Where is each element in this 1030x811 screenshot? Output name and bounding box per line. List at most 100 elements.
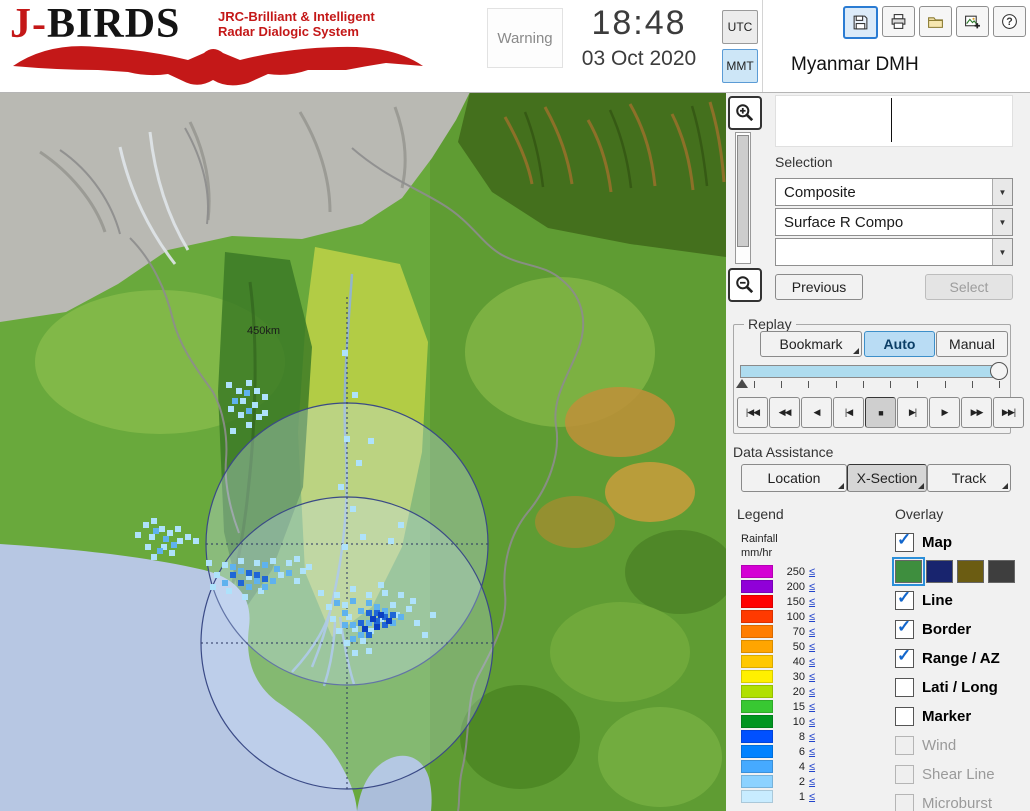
export-image-button[interactable]: [956, 6, 989, 37]
border-checkbox[interactable]: [895, 617, 914, 639]
range-az-checkbox[interactable]: [895, 646, 914, 668]
legend-value: 15: [792, 700, 805, 713]
legend-lte-link[interactable]: ≤: [809, 656, 815, 668]
zoom-slider-thumb[interactable]: [737, 135, 749, 247]
legend-lte-link[interactable]: ≤: [809, 776, 815, 788]
overlay-item-line[interactable]: Line: [895, 586, 1025, 615]
utc-button[interactable]: UTC: [722, 10, 758, 44]
marker-checkbox[interactable]: [895, 707, 914, 726]
legend-color-swatch: [741, 595, 773, 608]
microburst-checkbox: [895, 794, 914, 811]
select-button[interactable]: Select: [925, 274, 1013, 300]
overlay-item-marker[interactable]: Marker: [895, 702, 1025, 731]
station-title: Myanmar DMH: [791, 54, 919, 75]
legend-row: 15 ≤: [741, 699, 815, 714]
legend-lte-link[interactable]: ≤: [809, 761, 815, 773]
legend-lte-link[interactable]: ≤: [809, 746, 815, 758]
help-icon: ?: [1002, 14, 1017, 29]
chevron-down-icon[interactable]: ▼: [992, 239, 1012, 265]
xsection-button[interactable]: X-Section: [847, 464, 927, 492]
mmt-button[interactable]: MMT: [722, 49, 758, 83]
right-header: ? Myanmar DMH: [762, 0, 1030, 92]
legend-value: 150: [786, 595, 805, 608]
map-style-olive[interactable]: [957, 560, 984, 583]
legend-value: 10: [792, 715, 805, 728]
lati-long-checkbox[interactable]: [895, 678, 914, 697]
legend-lte-link[interactable]: ≤: [809, 641, 815, 653]
skip-to-last-button[interactable]: ▶▶|: [993, 397, 1024, 428]
overlay-item-lati-long[interactable]: Lati / Long: [895, 673, 1025, 702]
shear-line-checkbox: [895, 765, 914, 784]
category-dropdown[interactable]: Composite ▼: [775, 178, 1013, 206]
product-dropdown[interactable]: Surface R Compo ▼: [775, 208, 1013, 236]
legend-lte-link[interactable]: ≤: [809, 566, 815, 578]
previous-button[interactable]: Previous: [775, 274, 863, 300]
legend-row: 250 ≤: [741, 564, 815, 579]
location-button[interactable]: Location: [741, 464, 847, 492]
legend-lte-link[interactable]: ≤: [809, 701, 815, 713]
zoom-in-icon: [736, 104, 754, 122]
overlay-item-wind: Wind: [895, 731, 1025, 760]
play-button[interactable]: ▶: [929, 397, 960, 428]
legend-lte-link[interactable]: ≤: [809, 581, 815, 593]
chevron-down-icon[interactable]: ▼: [992, 209, 1012, 235]
legend-lte-link[interactable]: ≤: [809, 671, 815, 683]
line-checkbox[interactable]: [895, 588, 914, 610]
legend-color-swatch: [741, 655, 773, 668]
legend-value: 4: [798, 760, 805, 773]
legend-lte-link[interactable]: ≤: [809, 596, 815, 608]
legend-color-swatch: [741, 790, 773, 803]
overlay-item-range-az[interactable]: Range / AZ: [895, 644, 1025, 673]
replay-timeline-slider[interactable]: [740, 362, 1008, 380]
legend-lte-link[interactable]: ≤: [809, 716, 815, 728]
legend-row: 100 ≤: [741, 609, 815, 624]
legend-lte-link[interactable]: ≤: [809, 731, 815, 743]
open-folder-button[interactable]: [919, 6, 952, 37]
fast-rewind-button[interactable]: ◀◀: [769, 397, 800, 428]
legend-color-swatch: [741, 775, 773, 788]
overlay-title: Overlay: [895, 506, 944, 522]
app-title: J-BIRDS: [10, 1, 181, 47]
playback-controls: |◀◀ ◀◀ ◀ |◀ ■ ▶| ▶ ▶▶ ▶▶|: [737, 397, 1024, 428]
map-style-navy[interactable]: [926, 560, 953, 583]
chevron-down-icon[interactable]: ▼: [992, 179, 1012, 205]
legend-lte-link[interactable]: ≤: [809, 791, 815, 803]
legend-lte-link[interactable]: ≤: [809, 611, 815, 623]
option-dropdown[interactable]: ▼: [775, 238, 1013, 266]
track-button[interactable]: Track: [927, 464, 1011, 492]
map-style-dark[interactable]: [988, 560, 1015, 583]
stop-button[interactable]: ■: [865, 397, 896, 428]
step-forward-button[interactable]: ▶|: [897, 397, 928, 428]
wind-checkbox: [895, 736, 914, 755]
legend-value: 100: [786, 610, 805, 623]
radar-map[interactable]: 450km: [0, 92, 726, 811]
zoom-slider-track[interactable]: [735, 132, 751, 264]
print-button[interactable]: [882, 6, 915, 37]
category-dropdown-value: Composite: [784, 183, 856, 201]
legend-color-swatch: [741, 760, 773, 773]
play-backward-button[interactable]: ◀: [801, 397, 832, 428]
legend-lte-link[interactable]: ≤: [809, 626, 815, 638]
product-list-box[interactable]: [775, 95, 1013, 147]
fast-forward-button[interactable]: ▶▶: [961, 397, 992, 428]
save-button[interactable]: [843, 6, 878, 39]
help-button[interactable]: ?: [993, 6, 1026, 37]
overlay-item-border[interactable]: Border: [895, 615, 1025, 644]
warning-indicator[interactable]: Warning: [487, 8, 563, 68]
auto-button[interactable]: Auto: [864, 331, 935, 357]
legend-color-swatch: [741, 700, 773, 713]
skip-to-first-button[interactable]: |◀◀: [737, 397, 768, 428]
map-checkbox[interactable]: [895, 530, 914, 552]
legend-lte-link[interactable]: ≤: [809, 686, 815, 698]
app-subtitle: JRC-Brilliant & Intelligent Radar Dialog…: [218, 9, 375, 39]
map-style-terrain[interactable]: [892, 557, 925, 586]
timeline-thumb[interactable]: [990, 362, 1008, 380]
zoom-in-button[interactable]: [728, 96, 762, 130]
timeline-start-marker: [736, 379, 748, 388]
zoom-out-button[interactable]: [728, 268, 762, 302]
step-back-button[interactable]: |◀: [833, 397, 864, 428]
bookmark-button[interactable]: Bookmark: [760, 331, 862, 357]
manual-button[interactable]: Manual: [936, 331, 1008, 357]
legend-row: 6 ≤: [741, 744, 815, 759]
overlay-item-map[interactable]: Map: [895, 528, 1025, 557]
